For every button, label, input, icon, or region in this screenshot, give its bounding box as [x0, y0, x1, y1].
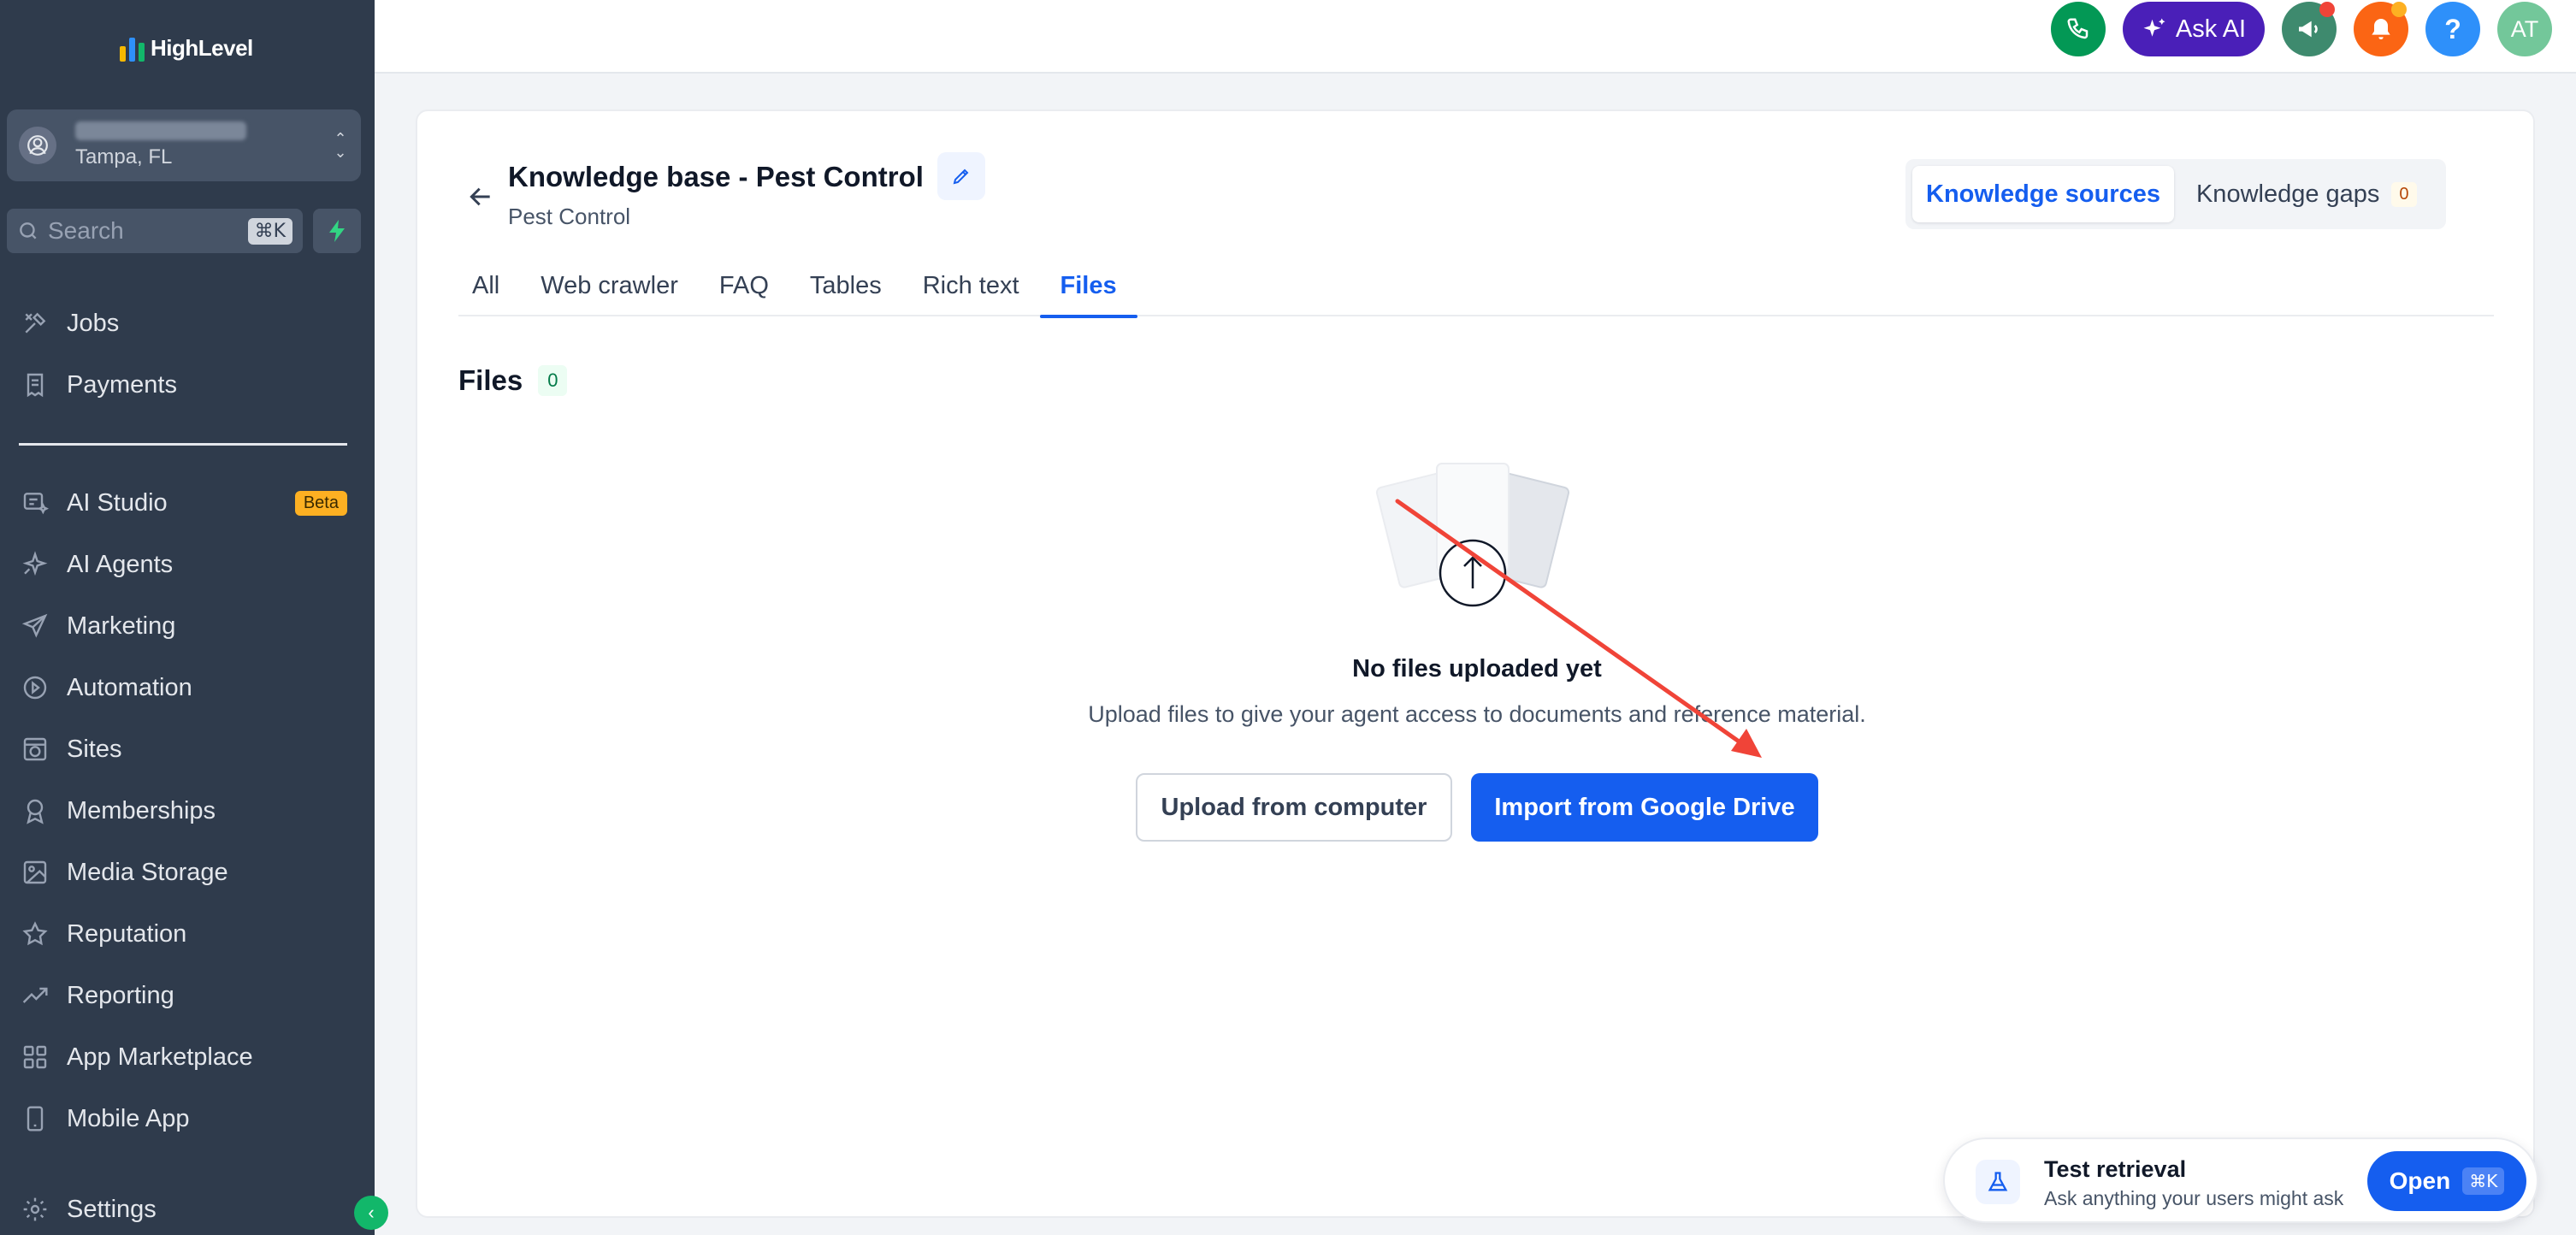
search-input[interactable] — [48, 217, 236, 245]
search-icon — [20, 222, 37, 239]
annotation-arrow — [1395, 499, 1762, 758]
sidebar-nav-main: AI Studio Beta AI Agents Marketing Autom… — [0, 472, 375, 1149]
image-icon — [19, 856, 51, 889]
tab-all[interactable]: All — [458, 255, 520, 316]
trend-icon — [19, 979, 51, 1012]
knowledge-segment-control: Knowledge sources Knowledge gaps 0 — [1905, 159, 2446, 229]
test-retrieval-subtitle: Ask anything your users might ask — [2044, 1187, 2344, 1209]
test-retrieval-panel: Test retrieval Ask anything your users m… — [1943, 1138, 2538, 1223]
tools-icon — [19, 307, 51, 340]
files-count-badge: 0 — [538, 365, 568, 396]
logo-text: HighLevel — [151, 34, 253, 61]
tab-tables[interactable]: Tables — [789, 255, 902, 316]
back-button[interactable] — [460, 176, 501, 217]
logo-mark-icon — [120, 34, 145, 62]
grid-icon — [19, 1041, 51, 1073]
help-button[interactable]: ? — [2425, 2, 2480, 56]
upload-from-computer-button[interactable]: Upload from computer — [1136, 773, 1452, 842]
edit-title-button[interactable] — [937, 152, 985, 200]
user-avatar[interactable]: AT — [2497, 2, 2552, 56]
location-avatar-icon — [19, 127, 56, 164]
knowledge-base-card: Knowledge base - Pest Control Pest Contr… — [416, 109, 2535, 1218]
page-title: Knowledge base - Pest Control — [508, 161, 924, 192]
automation-icon — [19, 671, 51, 704]
files-header: Files 0 — [458, 364, 568, 397]
sidebar-item-mobile-app[interactable]: Mobile App — [0, 1088, 375, 1149]
sparkles-icon — [2143, 18, 2165, 37]
top-bar: Ask AI ? AT — [375, 0, 2576, 74]
segment-knowledge-gaps[interactable]: Knowledge gaps 0 — [2183, 166, 2431, 222]
bell-icon — [2372, 19, 2390, 39]
ask-ai-label: Ask AI — [2175, 15, 2247, 43]
gaps-count-badge: 0 — [2391, 181, 2417, 207]
open-test-retrieval-button[interactable]: Open ⌘K — [2367, 1151, 2526, 1211]
beta-badge: Beta — [294, 490, 347, 516]
tab-files[interactable]: Files — [1039, 255, 1137, 318]
sidebar-item-settings[interactable]: Settings — [0, 1179, 375, 1235]
sidebar-item-automation[interactable]: Automation — [0, 657, 375, 718]
gear-icon — [19, 1193, 51, 1226]
tab-web-crawler[interactable]: Web crawler — [520, 255, 699, 316]
account-switcher[interactable]: Tampa, FL ⌃ ⌄ — [7, 109, 361, 181]
avatar-initials: AT — [2510, 15, 2539, 42]
segment-knowledge-sources[interactable]: Knowledge sources — [1912, 166, 2174, 222]
chevron-updown-icon: ⌃ ⌄ — [334, 130, 347, 161]
notifications-button[interactable] — [2354, 2, 2408, 56]
test-retrieval-title: Test retrieval — [2044, 1156, 2187, 1182]
flask-icon — [1976, 1160, 2020, 1204]
phone-device-icon — [19, 1102, 51, 1135]
sidebar-item-ai-studio[interactable]: AI Studio Beta — [0, 472, 375, 534]
award-icon — [19, 795, 51, 827]
star-icon — [19, 918, 51, 950]
phone-button[interactable] — [2051, 2, 2106, 56]
globe-window-icon — [19, 733, 51, 765]
megaphone-icon — [2299, 21, 2318, 38]
sidebar-item-reputation[interactable]: Reputation — [0, 903, 375, 965]
sidebar-collapse-button[interactable]: ‹ — [354, 1196, 388, 1230]
phone-icon — [2067, 18, 2089, 39]
import-google-drive-button[interactable]: Import from Google Drive — [1471, 773, 1818, 842]
highlevel-logo[interactable]: HighLevel — [120, 31, 253, 65]
sidebar-item-ai-agents[interactable]: AI Agents — [0, 534, 375, 595]
sidebar-item-marketing[interactable]: Marketing — [0, 595, 375, 657]
sidebar-nav-top: Jobs Payments — [0, 292, 375, 416]
source-tabs: All Web crawler FAQ Tables Rich text Fil… — [458, 255, 2494, 318]
ai-studio-icon — [19, 487, 51, 519]
sidebar-item-memberships[interactable]: Memberships — [0, 780, 375, 842]
open-shortcut: ⌘K — [2462, 1167, 2505, 1195]
chevron-left-icon: ‹ — [368, 1202, 375, 1223]
search-shortcut: ⌘K — [247, 217, 292, 245]
files-title: Files — [458, 364, 523, 396]
search-box[interactable]: ⌘K — [7, 209, 303, 253]
sparkle-icon — [19, 548, 51, 581]
quick-actions-button[interactable] — [313, 209, 361, 253]
page-subtitle: Pest Control — [508, 204, 631, 229]
sidebar: HighLevel Tampa, FL ⌃⌄ ⌘K Jobs Payments — [0, 0, 375, 1235]
lightning-icon — [329, 220, 345, 242]
sidebar-item-payments[interactable]: Payments — [0, 354, 375, 416]
notification-dot — [2319, 2, 2335, 17]
tab-faq[interactable]: FAQ — [699, 255, 789, 316]
notification-dot — [2391, 2, 2407, 17]
sidebar-item-sites[interactable]: Sites — [0, 718, 375, 780]
send-icon — [19, 610, 51, 642]
sidebar-divider — [19, 443, 347, 446]
receipt-icon — [19, 369, 51, 401]
pencil-icon — [953, 168, 969, 185]
sidebar-item-jobs[interactable]: Jobs — [0, 292, 375, 354]
announcements-button[interactable] — [2282, 2, 2337, 56]
help-icon: ? — [2444, 13, 2461, 44]
sidebar-nav-bottom: Settings — [0, 1179, 375, 1235]
account-name-blurred — [75, 121, 246, 140]
sidebar-item-app-marketplace[interactable]: App Marketplace — [0, 1026, 375, 1088]
ask-ai-button[interactable]: Ask AI — [2123, 2, 2265, 56]
sidebar-item-media-storage[interactable]: Media Storage — [0, 842, 375, 903]
sidebar-item-reporting[interactable]: Reporting — [0, 965, 375, 1026]
arrow-left-icon — [470, 187, 490, 206]
account-location: Tampa, FL — [75, 145, 173, 168]
tab-rich-text[interactable]: Rich text — [902, 255, 1040, 316]
